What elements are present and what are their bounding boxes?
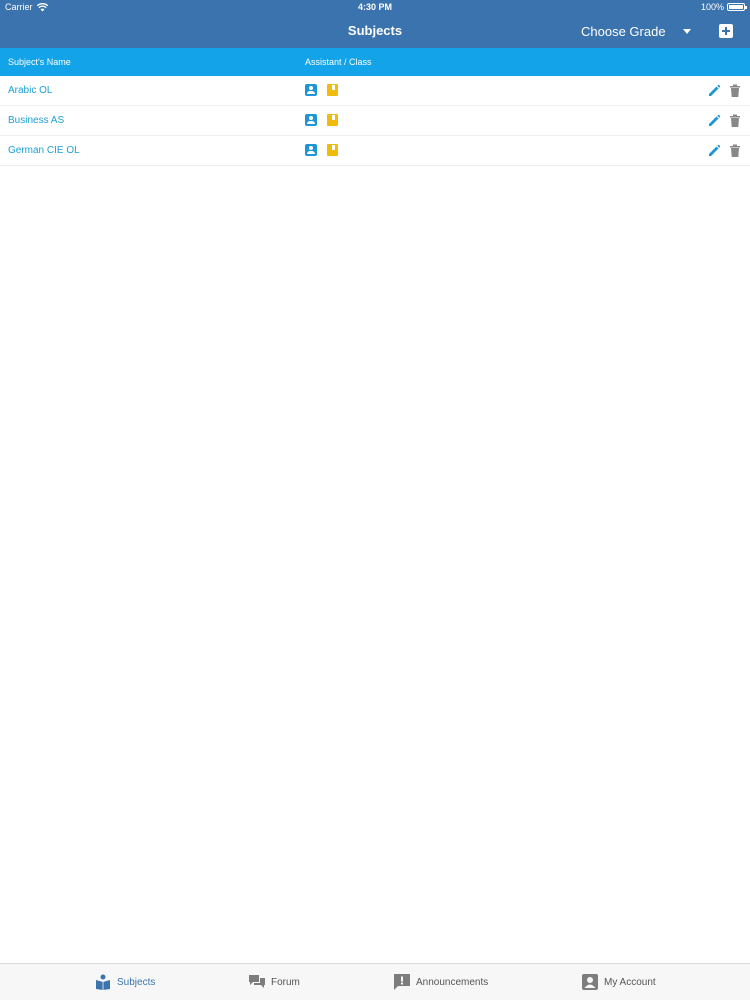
assistant-icon[interactable]	[305, 114, 317, 126]
tab-forum-label: Forum	[271, 976, 300, 988]
add-subject-button[interactable]	[719, 24, 733, 38]
column-header-assistant-class: Assistant / Class	[305, 57, 372, 67]
trash-icon[interactable]	[729, 144, 741, 158]
class-book-icon[interactable]	[327, 144, 338, 156]
edit-pencil-icon[interactable]	[707, 114, 721, 128]
table-header: Subject's Name Assistant / Class	[0, 48, 750, 76]
table-row[interactable]: Arabic OL	[0, 76, 750, 106]
tab-bar: Subjects Forum Announcements My Account	[0, 963, 750, 1000]
subject-name-link[interactable]: German CIE OL	[8, 145, 80, 156]
assistant-icon[interactable]	[305, 144, 317, 156]
status-bar: Carrier 4:30 PM 100%	[0, 0, 750, 15]
tab-forum[interactable]: Forum	[249, 964, 300, 1000]
edit-pencil-icon[interactable]	[707, 84, 721, 98]
tab-subjects[interactable]: Subjects	[95, 964, 155, 1000]
subject-name-link[interactable]: Business AS	[8, 115, 64, 126]
tab-my-account-label: My Account	[604, 976, 656, 988]
tab-subjects-label: Subjects	[117, 976, 156, 988]
account-icon	[582, 974, 598, 990]
book-reader-icon	[96, 974, 110, 990]
class-book-icon[interactable]	[327, 84, 338, 96]
table-row[interactable]: Business AS	[0, 106, 750, 136]
battery-percent: 100%	[700, 2, 724, 12]
battery-group: 100%	[700, 2, 747, 12]
trash-icon[interactable]	[729, 114, 741, 128]
tab-announcements-label: Announcements	[416, 976, 489, 988]
edit-pencil-icon[interactable]	[707, 144, 721, 158]
trash-icon[interactable]	[729, 84, 741, 98]
grade-select[interactable]: Choose Grade	[581, 22, 693, 40]
battery-icon	[727, 3, 747, 11]
chat-bubbles-icon	[249, 975, 265, 988]
grade-select-label: Choose Grade	[581, 23, 666, 39]
status-time: 4:30 PM	[357, 2, 392, 12]
subjects-list: Arabic OL Business AS German CIE OL	[0, 76, 750, 166]
header: Carrier 4:30 PM 100% Subjects Choose Gra…	[0, 0, 750, 48]
assistant-icon[interactable]	[305, 84, 317, 96]
announcement-icon	[394, 974, 410, 990]
class-book-icon[interactable]	[327, 114, 338, 126]
column-header-name: Subject's Name	[8, 57, 71, 67]
subject-name-link[interactable]: Arabic OL	[8, 85, 52, 96]
caret-down-icon	[683, 29, 691, 34]
tab-announcements[interactable]: Announcements	[394, 964, 488, 1000]
tab-my-account[interactable]: My Account	[582, 964, 656, 1000]
subjects-screen: Carrier 4:30 PM 100% Subjects Choose Gra…	[0, 0, 750, 1000]
table-row[interactable]: German CIE OL	[0, 136, 750, 166]
